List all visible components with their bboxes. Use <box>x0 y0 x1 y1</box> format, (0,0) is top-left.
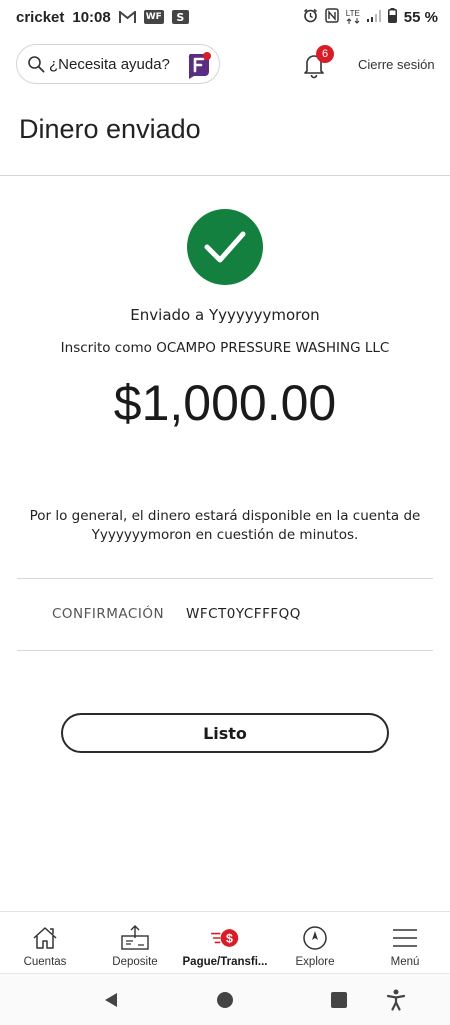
clock: 10:08 <box>72 8 111 26</box>
bottom-nav: Cuentas Deposite $ Pague/Transfi... Expl… <box>0 911 450 973</box>
page-title: Dinero enviado <box>19 114 201 144</box>
availability-line-2: Yyyyyyymoron en cuestión de minutos. <box>91 527 359 543</box>
deposit-icon <box>120 924 150 952</box>
nav-item-pay-transfer[interactable]: $ Pague/Transfi... <box>180 912 270 973</box>
battery-icon <box>387 7 397 27</box>
status-bar: cricket 10:08 WF S LTE 55 % <box>0 0 450 34</box>
amount-sent: $1,000.00 <box>113 375 337 431</box>
search-icon <box>27 55 45 73</box>
alarm-icon <box>303 8 318 27</box>
enrolled-as-text: Inscrito como OCAMPO PRESSURE WASHING LL… <box>60 340 390 356</box>
nfc-icon <box>324 7 339 27</box>
s-icon: S <box>171 10 189 24</box>
nav-label: Deposite <box>112 956 158 968</box>
accessibility-icon[interactable] <box>384 988 408 1012</box>
nav-item-accounts[interactable]: Cuentas <box>0 912 90 973</box>
fargo-assistant-icon[interactable] <box>185 51 213 79</box>
signal-icon <box>366 9 381 26</box>
confirmation-label: CONFIRMACIÓN <box>52 606 165 622</box>
divider <box>17 650 433 651</box>
sent-to-text: Enviado a Yyyyyyymoron <box>130 306 320 324</box>
success-check-icon <box>187 209 263 285</box>
nav-label: Pague/Transfi... <box>182 956 268 968</box>
compass-icon <box>300 924 330 952</box>
app-header: ¿Necesita ayuda? 6 Cierre sesión <box>0 44 450 86</box>
svg-text:$: $ <box>226 931 233 945</box>
carrier-label: cricket <box>16 8 65 26</box>
battery-percent: 55 % <box>403 8 438 26</box>
home-circle-icon[interactable] <box>213 988 237 1012</box>
recents-icon[interactable] <box>327 988 351 1012</box>
availability-line-1: Por lo general, el dinero estará disponi… <box>29 508 421 524</box>
nav-item-explore[interactable]: Explore <box>270 912 360 973</box>
gmail-icon <box>118 10 136 25</box>
divider <box>17 578 433 579</box>
wf-icon: WF <box>143 10 164 24</box>
nav-item-menu[interactable]: Menú <box>360 912 450 973</box>
help-search-input[interactable]: ¿Necesita ayuda? <box>16 44 220 84</box>
done-button[interactable]: Listo <box>61 713 389 753</box>
notification-count-badge: 6 <box>316 45 334 63</box>
nav-label: Menú <box>390 956 420 968</box>
lte-icon: LTE <box>346 10 360 24</box>
availability-message: Por lo general, el dinero estará disponi… <box>25 507 425 545</box>
pay-transfer-icon: $ <box>210 924 240 952</box>
menu-icon <box>390 924 420 952</box>
nav-item-deposit[interactable]: Deposite <box>90 912 180 973</box>
confirmation-number: WFCT0YCFFFQQ <box>186 606 301 622</box>
nav-label: Explore <box>295 956 335 968</box>
search-placeholder: ¿Necesita ayuda? <box>49 55 170 73</box>
system-nav-bar <box>0 973 450 1025</box>
title-divider <box>0 175 450 176</box>
home-icon <box>30 924 60 952</box>
logout-link[interactable]: Cierre sesión <box>358 57 435 72</box>
lte-label: LTE <box>345 9 360 18</box>
nav-label: Cuentas <box>23 956 67 968</box>
back-icon[interactable] <box>99 988 123 1012</box>
